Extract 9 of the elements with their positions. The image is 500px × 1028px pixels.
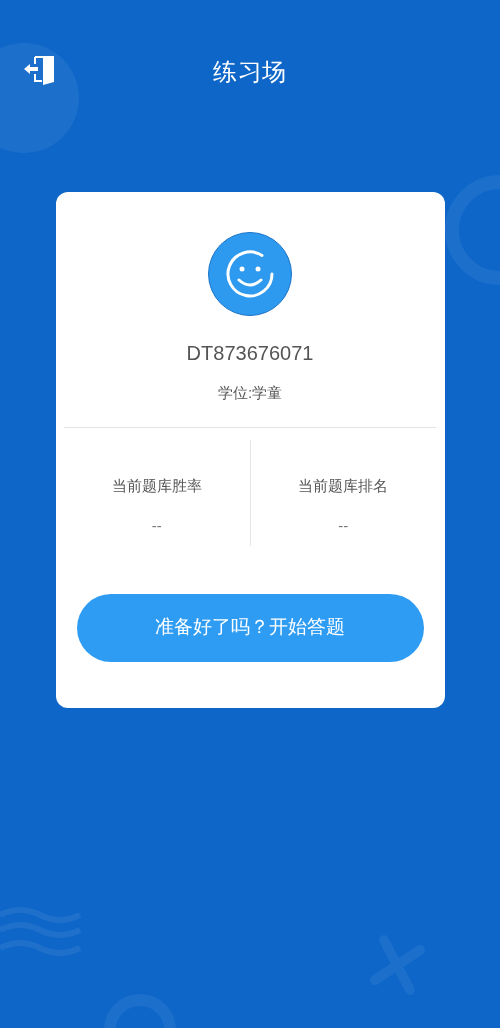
username: DT873676071 [186,341,314,366]
exit-door-icon [23,53,57,87]
stat-value: -- [151,516,162,536]
stat-value: -- [338,516,349,536]
stat-label: 当前题库排名 [298,475,389,496]
start-quiz-button[interactable]: 准备好了吗？开始答题 [76,593,424,662]
stat-label: 当前题库胜率 [111,475,202,496]
degree-label: 学位:学童 [217,383,283,403]
page-title: 练习场 [213,57,287,87]
